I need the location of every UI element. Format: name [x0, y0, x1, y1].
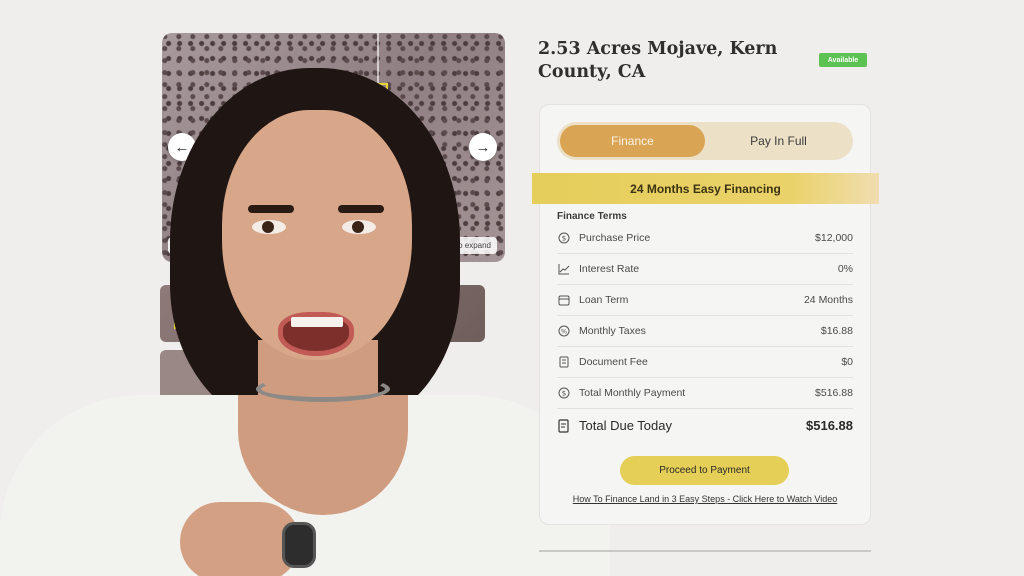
term-row-total-monthly-payment: $ Total Monthly Payment $516.88	[557, 378, 853, 409]
term-row-document-fee: Document Fee $0	[557, 347, 853, 378]
prev-photo-button[interactable]: ←	[168, 133, 196, 161]
next-photo-button[interactable]: →	[469, 133, 497, 161]
arrow-left-icon: ←	[174, 138, 190, 156]
presenter-choker	[256, 376, 390, 402]
presenter-neck	[258, 340, 378, 450]
finance-video-link[interactable]: How To Finance Land in 3 Easy Steps - Cl…	[560, 494, 850, 504]
arrow-right-icon: →	[475, 138, 491, 156]
percent-badge-icon: %	[557, 324, 571, 338]
listing-title: 2.53 Acres Mojave, Kern County, CA	[538, 39, 778, 82]
calendar-icon	[557, 293, 571, 307]
presenter-ring	[282, 522, 316, 568]
parcel-marker	[370, 83, 388, 95]
section-divider	[539, 550, 871, 552]
document-icon	[557, 355, 571, 369]
status-badge: Available	[819, 53, 867, 67]
receipt-icon	[557, 418, 571, 433]
term-row-interest-rate: Interest Rate 0%	[557, 254, 853, 285]
photo-thumbnail[interactable]	[160, 285, 485, 342]
term-row-total-due-today: Total Due Today $516.88	[557, 410, 853, 441]
svg-text:$: $	[562, 390, 566, 398]
dollar-circle-icon: $	[557, 231, 571, 245]
term-row-loan-term: Loan Term 24 Months	[557, 285, 853, 316]
proceed-to-payment-button[interactable]: Proceed to Payment	[620, 456, 789, 485]
financing-banner: 24 Months Easy Financing	[532, 173, 879, 204]
main-property-photo[interactable]: ← → Vie k to expand	[162, 33, 505, 262]
svg-text:%: %	[561, 328, 567, 336]
term-row-purchase-price: $ Purchase Price $12,000	[557, 223, 853, 254]
parcel-marker	[174, 299, 196, 329]
finance-tab[interactable]: Finance	[560, 125, 705, 157]
photo-thumbnail[interactable]	[160, 350, 220, 400]
chart-line-icon	[557, 262, 571, 276]
svg-text:$: $	[562, 235, 566, 243]
property-boundary-line	[377, 33, 379, 262]
presenter-shirt	[0, 395, 610, 576]
dollar-circle-icon: $	[557, 386, 571, 400]
presenter-hand	[180, 502, 300, 576]
click-to-expand-chip[interactable]: k to expand	[443, 237, 497, 254]
view-photos-chip[interactable]: Vie	[168, 237, 192, 254]
finance-terms-heading: Finance Terms	[557, 211, 627, 222]
presenter-neckline	[238, 395, 408, 515]
payment-toggle: Finance Pay In Full	[557, 122, 853, 160]
pay-in-full-tab[interactable]: Pay In Full	[707, 125, 850, 157]
term-row-monthly-taxes: % Monthly Taxes $16.88	[557, 316, 853, 347]
